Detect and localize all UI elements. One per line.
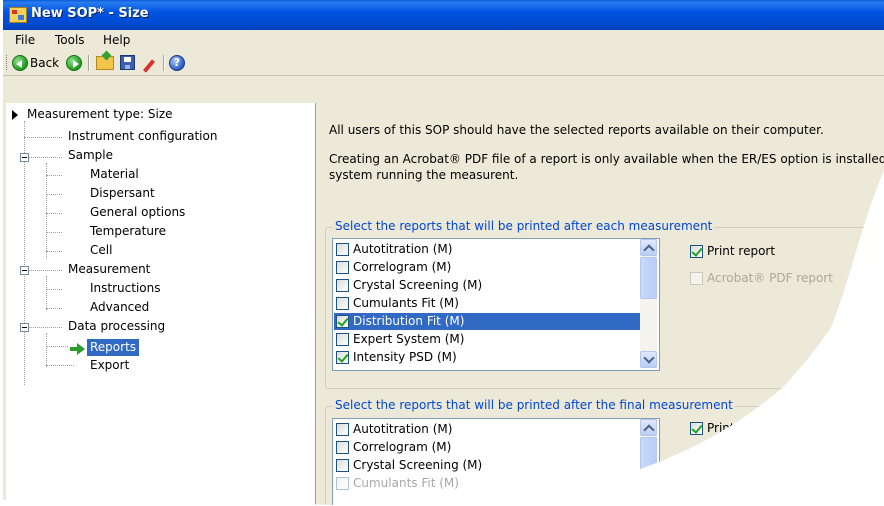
tree-item-dispersant[interactable]: Dispersant — [90, 185, 155, 202]
report-checkbox[interactable] — [336, 315, 349, 328]
report-checkbox[interactable] — [336, 477, 349, 490]
window-title: New SOP* - Size — [31, 6, 149, 21]
menu-tools[interactable]: Tools — [55, 33, 85, 47]
tree-item-reports[interactable]: Reports — [87, 339, 140, 356]
title-bar[interactable]: New SOP* - Size — [3, 0, 884, 30]
scroll-thumb[interactable] — [640, 437, 657, 479]
app-icon — [9, 7, 27, 23]
open-folder-icon — [96, 55, 114, 70]
tree-item-material[interactable]: Material — [90, 166, 139, 183]
info-text-pdf-line2: system running the measurent. — [329, 168, 519, 182]
expand-arrow-icon[interactable] — [12, 110, 18, 120]
report-checkbox[interactable] — [336, 297, 349, 310]
list-item[interactable]: Crystal Screening (M) — [334, 277, 640, 294]
list-item[interactable]: Intensity PSD (M) — [334, 349, 640, 366]
list-item-selected[interactable]: Distribution Fit (M) — [334, 313, 640, 330]
list-item[interactable]: Autotitration (M) — [334, 241, 640, 258]
collapse-measurement-icon[interactable] — [20, 266, 29, 275]
report-checkbox[interactable] — [336, 279, 349, 292]
print-report-checkbox[interactable] — [690, 421, 703, 435]
tree-item-instructions[interactable]: Instructions — [90, 280, 160, 297]
menu-help[interactable]: Help — [103, 33, 130, 47]
collapse-data-processing-icon[interactable] — [20, 323, 29, 332]
collapse-sample-icon[interactable] — [20, 153, 29, 162]
back-arrow-icon — [12, 54, 28, 71]
group1-pdf-report: Acrobat® PDF report — [688, 271, 833, 285]
pdf-report-checkbox — [690, 271, 703, 285]
list-item[interactable]: Cumulants Fit (M) — [334, 295, 640, 312]
print-report-checkbox[interactable] — [690, 244, 703, 258]
list-item[interactable]: Autotitration (M) — [334, 421, 640, 438]
toolbar-separator — [163, 55, 165, 71]
group1-legend: Select the reports that will be printed … — [333, 219, 715, 233]
help-icon: ? — [169, 54, 185, 71]
group2-print-report[interactable]: Print report — [688, 421, 775, 435]
sop-window: New SOP* - Size File Tools Help Back ? M… — [3, 0, 884, 506]
menu-file[interactable]: File — [15, 33, 35, 47]
toolbar: Back ? — [3, 50, 884, 76]
edit-button[interactable] — [141, 53, 157, 72]
toolbar-grip[interactable] — [6, 55, 9, 70]
report-checkbox[interactable] — [336, 423, 349, 436]
list-item[interactable]: Correlogram (M) — [334, 259, 640, 276]
tree-item-export[interactable]: Export — [90, 357, 129, 374]
tree-item-cell[interactable]: Cell — [90, 242, 112, 259]
forward-button[interactable] — [66, 53, 82, 72]
back-label: Back — [30, 55, 60, 70]
tree-item-temperature[interactable]: Temperature — [90, 223, 166, 240]
pdf-report-checkbox — [690, 448, 703, 462]
report-checkbox[interactable] — [336, 261, 349, 274]
tree-item-instrument-configuration[interactable]: Instrument configuration — [68, 128, 217, 145]
navigation-tree — [6, 103, 316, 506]
scroll-up-icon[interactable] — [640, 419, 657, 436]
tree-item-measurement[interactable]: Measurement — [68, 261, 150, 278]
forward-arrow-icon — [66, 54, 82, 71]
toolbar-separator — [88, 55, 90, 71]
report-checkbox[interactable] — [336, 243, 349, 256]
group2-pdf-report: Acrobat® PDF report — [688, 448, 833, 462]
info-text-pdf-line1: Creating an Acrobat® PDF file of a repor… — [329, 152, 884, 166]
report-checkbox[interactable] — [336, 459, 349, 472]
list-item[interactable]: Cumulants Fit (M) — [334, 475, 640, 492]
group1-report-list[interactable]: Autotitration (M) Correlogram (M) Crysta… — [332, 238, 660, 371]
back-button[interactable]: Back — [12, 53, 59, 72]
list-item[interactable]: Expert System (M) — [334, 331, 640, 348]
help-button[interactable]: ? — [169, 53, 185, 72]
scroll-down-icon[interactable] — [640, 351, 657, 368]
list-item[interactable]: Correlogram (M) — [334, 439, 640, 456]
edit-pencil-icon — [141, 55, 157, 71]
tree-item-advanced[interactable]: Advanced — [90, 299, 149, 316]
tree-item-general-options[interactable]: General options — [90, 204, 185, 221]
save-button[interactable] — [120, 53, 135, 72]
save-disk-icon — [120, 55, 135, 70]
current-page-arrow-icon — [70, 343, 86, 355]
open-button[interactable] — [96, 53, 114, 72]
tree-root-measurement-type[interactable]: Measurement type: Size — [27, 106, 173, 123]
report-checkbox[interactable] — [336, 441, 349, 454]
group1-print-report[interactable]: Print report — [688, 244, 775, 258]
list-item[interactable]: Crystal Screening (M) — [334, 457, 640, 474]
menu-bar: File Tools Help — [3, 30, 884, 50]
tree-item-sample[interactable]: Sample — [68, 147, 113, 164]
group1-scrollbar[interactable] — [640, 239, 657, 368]
tree-item-data-processing[interactable]: Data processing — [68, 318, 165, 335]
group2-scrollbar[interactable] — [640, 419, 657, 506]
report-checkbox[interactable] — [336, 351, 349, 364]
report-checkbox[interactable] — [336, 333, 349, 346]
scroll-up-icon[interactable] — [640, 239, 657, 256]
group2-report-list[interactable]: Autotitration (M) Correlogram (M) Crysta… — [332, 418, 660, 506]
group2-legend: Select the reports that will be printed … — [333, 398, 735, 412]
scroll-thumb[interactable] — [640, 257, 657, 299]
info-text-availability: All users of this SOP should have the se… — [329, 123, 824, 137]
